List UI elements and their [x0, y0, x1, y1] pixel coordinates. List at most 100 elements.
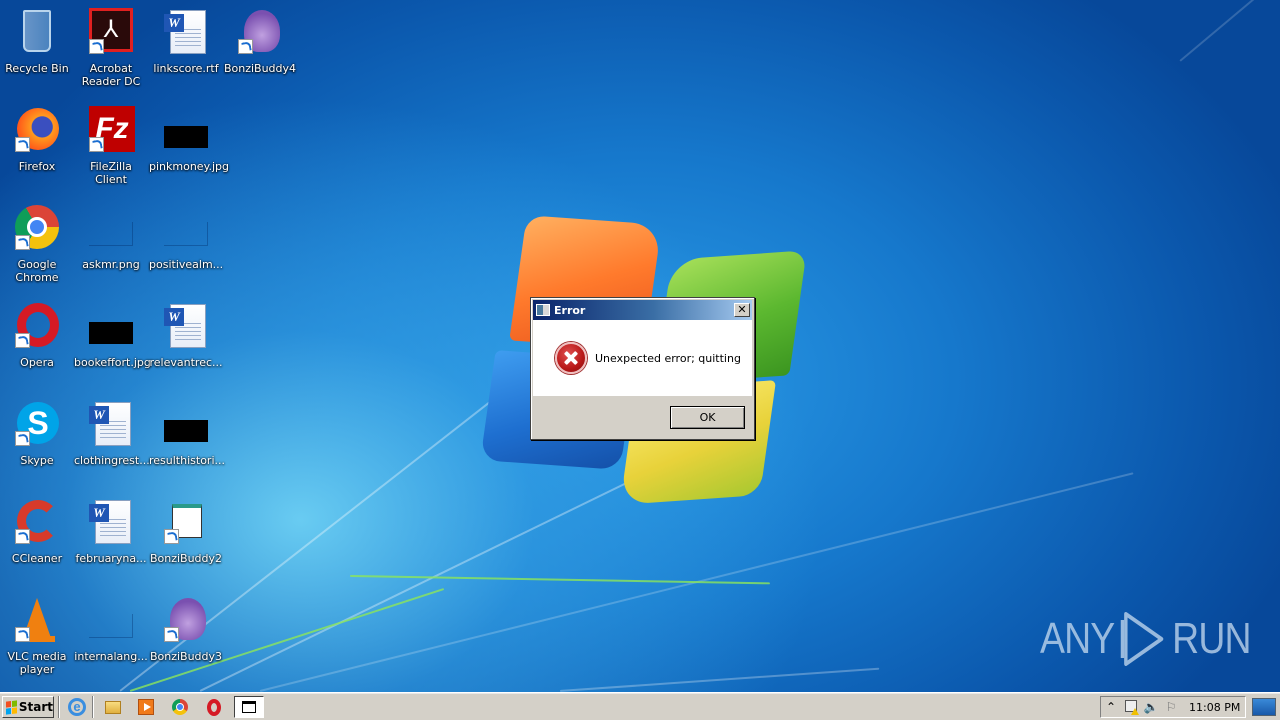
desktop-icon-internalang[interactable]: internalang... — [74, 596, 148, 663]
app-icon — [536, 304, 550, 316]
shortcut-arrow-icon — [15, 431, 30, 446]
shortcut-arrow-icon — [15, 235, 30, 250]
shortcut-arrow-icon — [15, 627, 30, 642]
icon-label: linkscore.rtf — [153, 62, 219, 75]
icon-label: CCleaner — [11, 552, 63, 565]
window-app-icon — [162, 498, 210, 546]
clock[interactable]: 11:08 PM — [1189, 701, 1240, 714]
filezilla-icon: Fz — [87, 106, 135, 154]
icon-label: resulthistori... — [149, 454, 225, 467]
desktop-icon-bonzibuddy2[interactable]: BonziBuddy2 — [149, 498, 223, 565]
icon-label: clothingrest... — [74, 454, 150, 467]
shortcut-arrow-icon — [15, 333, 30, 348]
error-message: Unexpected error; quitting — [595, 352, 741, 365]
taskbar: Start e ⌃ 🔈 ⚐ 11:08 PM — [0, 692, 1280, 720]
desktop-icon-acrobat[interactable]: ⅄ Acrobat Reader DC — [74, 8, 148, 88]
icon-label: positivealm... — [149, 258, 224, 271]
desktop-icon-skype[interactable]: S Skype — [0, 400, 74, 467]
shortcut-arrow-icon — [15, 529, 30, 544]
image-file-icon — [162, 400, 210, 448]
desktop-icon-bookeffort[interactable]: bookeffort.jpg — [74, 302, 151, 369]
icon-label: Acrobat Reader DC — [81, 62, 141, 88]
bonzibuddy-icon — [162, 596, 210, 644]
volume-icon[interactable]: 🔈 — [1141, 700, 1161, 714]
chrome-icon[interactable] — [169, 696, 191, 718]
desktop-icon-askmr[interactable]: askmr.png — [74, 204, 148, 271]
desktop-icon-filezilla[interactable]: Fz FileZilla Client — [74, 106, 148, 186]
network-warning-icon[interactable] — [1121, 699, 1141, 715]
desktop-icon-opera[interactable]: Opera — [0, 302, 74, 369]
window-app-icon — [242, 701, 256, 713]
image-file-icon — [87, 596, 135, 644]
opera-icon — [13, 302, 61, 350]
anyrun-watermark: ANY RUN — [1040, 610, 1251, 668]
desktop-icon-clothingrest[interactable]: W clothingrest... — [74, 400, 150, 467]
desktop-icon-relevantrec[interactable]: W relevantrec... — [149, 302, 223, 369]
desktop-icon-bonzibuddy3[interactable]: BonziBuddy3 — [149, 596, 223, 663]
image-file-icon — [162, 204, 210, 252]
desktop-icon-resulthistori[interactable]: resulthistori... — [149, 400, 225, 467]
dialog-title: Error — [554, 303, 586, 317]
action-center-flag-icon[interactable]: ⚐ — [1161, 700, 1181, 714]
chrome-icon — [13, 204, 61, 252]
image-file-icon — [87, 302, 135, 350]
desktop-icon-ccleaner[interactable]: CCleaner — [0, 498, 74, 565]
desktop-icon-pinkmoney[interactable]: pinkmoney.jpg — [149, 106, 230, 173]
internet-explorer-icon[interactable]: e — [66, 696, 88, 718]
icon-label: relevantrec... — [149, 356, 223, 369]
desktop-icon-bonzibuddy4[interactable]: BonziBuddy4 — [223, 8, 297, 75]
icon-label: Opera — [20, 356, 54, 369]
icon-label: Google Chrome — [15, 258, 59, 284]
icon-label: BonziBuddy4 — [223, 62, 297, 75]
start-button[interactable]: Start — [2, 696, 54, 718]
image-file-icon — [87, 204, 135, 252]
icon-label: Skype — [20, 454, 54, 467]
play-logo-icon — [1119, 610, 1167, 668]
taskbar-divider — [58, 696, 60, 718]
desktop-icon-recycle-bin[interactable]: Recycle Bin — [0, 8, 74, 75]
desktop-icon-positivealm[interactable]: positivealm... — [149, 204, 223, 271]
opera-icon[interactable] — [203, 696, 225, 718]
icon-label: pinkmoney.jpg — [149, 160, 230, 173]
desktop-icon-februaryna[interactable]: W februaryna... — [74, 498, 148, 565]
close-button[interactable]: ✕ — [734, 303, 750, 317]
start-label: Start — [18, 700, 53, 714]
ok-button[interactable]: OK — [670, 406, 745, 429]
shortcut-arrow-icon — [238, 39, 253, 54]
wallpaper-streak — [1179, 0, 1273, 62]
word-document-icon: W — [87, 400, 135, 448]
shortcut-arrow-icon — [15, 137, 30, 152]
watermark-left-text: ANY — [1040, 614, 1115, 663]
dialog-titlebar[interactable]: Error ✕ — [533, 300, 752, 320]
dialog-body: Unexpected error; quitting — [533, 320, 752, 396]
icon-label: bookeffort.jpg — [74, 356, 151, 369]
acrobat-icon: ⅄ — [87, 8, 135, 56]
firefox-icon — [13, 106, 61, 154]
icon-label: BonziBuddy2 — [149, 552, 223, 565]
shortcut-arrow-icon — [89, 137, 104, 152]
error-dialog: Error ✕ Unexpected error; quitting OK — [530, 297, 755, 440]
folder-icon[interactable] — [102, 696, 124, 718]
desktop-icon-google-chrome[interactable]: Google Chrome — [0, 204, 74, 284]
icon-label: askmr.png — [82, 258, 140, 271]
icon-label: februaryna... — [75, 552, 147, 565]
word-document-icon: W — [162, 8, 210, 56]
shortcut-arrow-icon — [164, 529, 179, 544]
word-document-icon: W — [162, 302, 210, 350]
desktop-icon-firefox[interactable]: Firefox — [0, 106, 74, 173]
system-tray: ⌃ 🔈 ⚐ 11:08 PM — [1100, 696, 1246, 718]
image-file-icon — [162, 106, 210, 154]
show-desktop-button[interactable] — [1252, 698, 1276, 716]
windows-flag-icon — [6, 699, 17, 715]
desktop-icon-vlc[interactable]: VLC media player — [0, 596, 74, 676]
icon-label: FileZilla Client — [90, 160, 132, 186]
icon-label: Recycle Bin — [5, 62, 69, 75]
word-document-icon: W — [87, 498, 135, 546]
desktop-icon-linkscore[interactable]: W linkscore.rtf — [149, 8, 223, 75]
shortcut-arrow-icon — [89, 39, 104, 54]
bonzibuddy-icon — [236, 8, 284, 56]
media-player-icon[interactable] — [135, 696, 157, 718]
ccleaner-icon — [13, 498, 61, 546]
taskbar-active-task-button[interactable] — [234, 696, 264, 718]
show-hidden-icons[interactable]: ⌃ — [1101, 700, 1121, 714]
